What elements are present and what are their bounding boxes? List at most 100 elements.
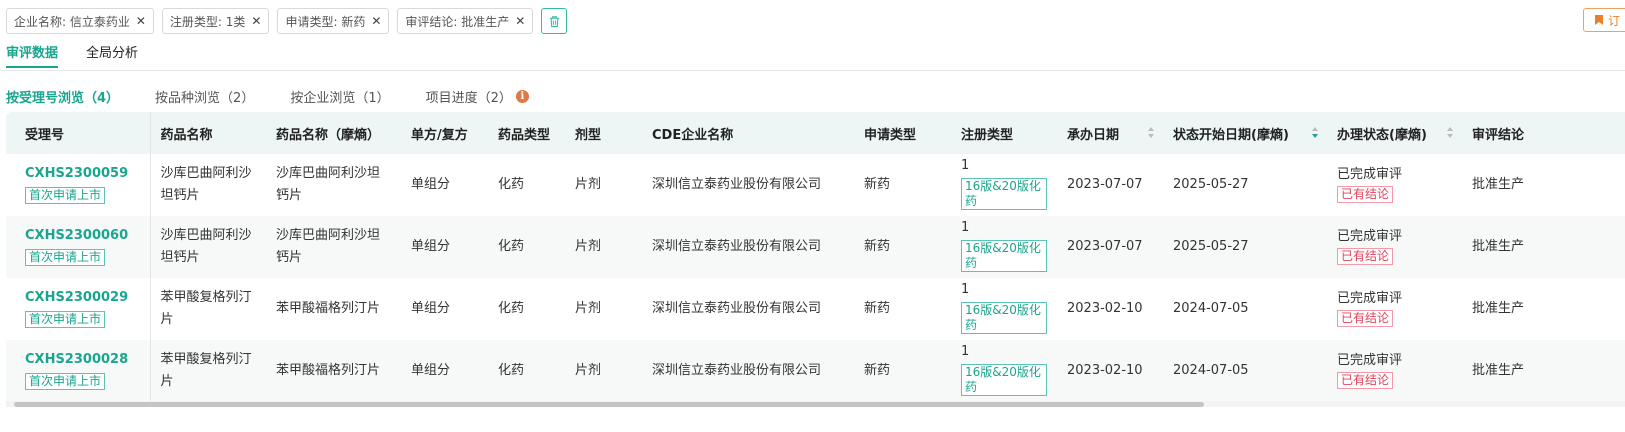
cell-apply-type: 新药 bbox=[864, 239, 891, 254]
sort-desc-icon[interactable] bbox=[1312, 127, 1319, 139]
bookmark-icon bbox=[1595, 15, 1603, 25]
cell-drug-name: 苯甲酸复格列汀片 bbox=[160, 290, 252, 327]
cell-review-conclusion: 批准生产 bbox=[1472, 363, 1525, 378]
table-row: CXHS2300028 首次申请上市 苯甲酸复格列汀片 苯甲酸福格列汀片 单组分… bbox=[6, 340, 1625, 402]
reg-tag: 16版&20版化药 bbox=[961, 302, 1047, 334]
close-icon[interactable]: ✕ bbox=[251, 14, 261, 28]
cell-drug-name: 苯甲酸复格列汀片 bbox=[160, 352, 252, 389]
cell-handling-status: 已完成审评 已有结论 bbox=[1327, 154, 1462, 216]
cell-cde-company: 深圳信立泰药业股份有限公司 bbox=[652, 363, 822, 378]
tab-project-progress-label: 项目进度（2） bbox=[425, 90, 512, 106]
cell-handling-status: 已完成审评 已有结论 bbox=[1327, 216, 1462, 278]
apply-tag: 首次申请上市 bbox=[25, 186, 106, 204]
cell-apply-type: 新药 bbox=[864, 177, 891, 192]
cell-reg-type: 1 16版&20版化药 bbox=[951, 278, 1057, 340]
cell-dosage-form: 片剂 bbox=[575, 239, 602, 254]
clear-filters-button[interactable] bbox=[541, 8, 568, 34]
cell-status-start-date: 2025-05-27 bbox=[1173, 239, 1249, 254]
col-handling-status[interactable]: 办理状态(摩熵) bbox=[1327, 112, 1462, 154]
status-tag: 已有结论 bbox=[1337, 371, 1394, 389]
cell-review-conclusion: 批准生产 bbox=[1472, 177, 1525, 192]
cell-drug-name-summary: 沙库巴曲阿利沙坦钙片 bbox=[276, 228, 381, 265]
col-apply-type: 申请类型 bbox=[864, 127, 917, 143]
close-icon[interactable]: ✕ bbox=[371, 14, 381, 28]
tab-by-accept-no[interactable]: 按受理号浏览（4） bbox=[6, 87, 119, 106]
cell-drug-name: 沙库巴曲阿利沙坦钙片 bbox=[160, 166, 252, 203]
cell-reg-type: 1 16版&20版化药 bbox=[951, 340, 1057, 402]
col-accept-no: 受理号 bbox=[6, 112, 151, 154]
apply-tag: 首次申请上市 bbox=[25, 248, 106, 266]
tab-review-data[interactable]: 审评数据 bbox=[6, 42, 59, 68]
reg-tag: 16版&20版化药 bbox=[961, 178, 1047, 210]
handling-status-value: 已完成审评 bbox=[1337, 228, 1403, 244]
accept-no-link[interactable]: CXHS2300059 bbox=[25, 164, 140, 184]
col-drug-name-summary: 药品名称（摩熵） bbox=[276, 127, 381, 143]
reg-type-value: 1 bbox=[961, 282, 970, 297]
cell-status-start-date: 2025-05-27 bbox=[1173, 177, 1249, 192]
review-table: 受理号 药品名称 药品名称（摩熵） 单方/复方 药品类型 剂型 CDE企业名称 … bbox=[6, 112, 1625, 402]
filter-chip-company[interactable]: 企业名称: 信立泰药业 ✕ bbox=[6, 8, 154, 34]
cell-single-compound: 单组分 bbox=[411, 363, 451, 378]
cell-drug-name-summary: 苯甲酸福格列汀片 bbox=[276, 301, 381, 316]
accept-no-link[interactable]: CXHS2300029 bbox=[25, 288, 140, 308]
cell-apply-type: 新药 bbox=[864, 301, 891, 316]
filter-bar: 企业名称: 信立泰药业 ✕ 注册类型: 1类 ✕ 申请类型: 新药 ✕ 审评结论… bbox=[6, 8, 568, 34]
reg-type-value: 1 bbox=[961, 158, 970, 173]
cell-cde-company: 深圳信立泰药业股份有限公司 bbox=[652, 301, 822, 316]
sort-icon[interactable] bbox=[1148, 127, 1155, 139]
close-icon[interactable]: ✕ bbox=[136, 14, 146, 28]
filter-chip-reg-type[interactable]: 注册类型: 1类 ✕ bbox=[161, 8, 270, 34]
subscribe-label: 订 bbox=[1608, 13, 1621, 28]
col-status-start-date[interactable]: 状态开始日期(摩熵) bbox=[1163, 112, 1327, 154]
status-tag: 已有结论 bbox=[1337, 309, 1394, 327]
info-icon[interactable]: i bbox=[515, 89, 529, 103]
cell-undertake-date: 2023-07-07 bbox=[1067, 239, 1143, 254]
cell-accept-no: CXHS2300029 首次申请上市 bbox=[6, 278, 151, 340]
cell-status-start-date: 2024-07-05 bbox=[1173, 301, 1249, 316]
status-tag: 已有结论 bbox=[1337, 247, 1394, 265]
main-tabs: 审评数据 全局分析 bbox=[0, 36, 1625, 71]
cell-drug-name-summary: 苯甲酸福格列汀片 bbox=[276, 363, 381, 378]
sort-icon[interactable] bbox=[1447, 127, 1454, 139]
handling-status-value: 已完成审评 bbox=[1337, 166, 1403, 182]
table-row: CXHS2300029 首次申请上市 苯甲酸复格列汀片 苯甲酸福格列汀片 单组分… bbox=[6, 278, 1625, 340]
handling-status-value: 已完成审评 bbox=[1337, 290, 1403, 306]
cell-dosage-form: 片剂 bbox=[575, 177, 602, 192]
cell-review-conclusion: 批准生产 bbox=[1472, 301, 1525, 316]
reg-tag: 16版&20版化药 bbox=[961, 364, 1047, 396]
scrollbar-thumb[interactable] bbox=[14, 402, 1204, 407]
cell-handling-status: 已完成审评 已有结论 bbox=[1327, 340, 1462, 402]
close-icon[interactable]: ✕ bbox=[515, 14, 525, 28]
tab-project-progress[interactable]: 项目进度（2） i bbox=[426, 87, 529, 106]
cell-undertake-date: 2023-02-10 bbox=[1067, 301, 1143, 316]
cell-reg-type: 1 16版&20版化药 bbox=[951, 154, 1057, 216]
col-reg-type: 注册类型 bbox=[961, 127, 1014, 143]
cell-drug-type: 化药 bbox=[498, 239, 525, 254]
subscribe-button[interactable]: 订 bbox=[1583, 8, 1625, 32]
tab-global-analysis[interactable]: 全局分析 bbox=[86, 42, 138, 61]
cell-drug-type: 化药 bbox=[498, 363, 525, 378]
col-drug-type: 药品类型 bbox=[498, 127, 551, 143]
accept-no-link[interactable]: CXHS2300060 bbox=[25, 226, 140, 246]
status-tag: 已有结论 bbox=[1337, 185, 1394, 203]
tab-by-company[interactable]: 按企业浏览（1） bbox=[290, 87, 389, 106]
cell-drug-type: 化药 bbox=[498, 301, 525, 316]
tab-by-variety[interactable]: 按品种浏览（2） bbox=[155, 87, 254, 106]
cell-single-compound: 单组分 bbox=[411, 301, 451, 316]
reg-type-value: 1 bbox=[961, 220, 970, 235]
cell-drug-name: 沙库巴曲阿利沙坦钙片 bbox=[160, 228, 252, 265]
col-undertake-date[interactable]: 承办日期 bbox=[1057, 112, 1163, 154]
table-row: CXHS2300059 首次申请上市 沙库巴曲阿利沙坦钙片 沙库巴曲阿利沙坦钙片… bbox=[6, 154, 1625, 216]
accept-no-link[interactable]: CXHS2300028 bbox=[25, 350, 140, 370]
handling-status-value: 已完成审评 bbox=[1337, 352, 1403, 368]
cell-dosage-form: 片剂 bbox=[575, 301, 602, 316]
cell-accept-no: CXHS2300028 首次申请上市 bbox=[6, 340, 151, 402]
trash-icon bbox=[549, 15, 559, 27]
filter-chip-conclusion[interactable]: 审评结论: 批准生产 ✕ bbox=[397, 8, 534, 34]
filter-chip-apply-type[interactable]: 申请类型: 新药 ✕ bbox=[277, 8, 390, 34]
cell-single-compound: 单组分 bbox=[411, 177, 451, 192]
reg-tag: 16版&20版化药 bbox=[961, 240, 1047, 272]
browse-mode-tabs: 按受理号浏览（4） 按品种浏览（2） 按企业浏览（1） 项目进度（2） i bbox=[6, 86, 565, 106]
cell-accept-no: CXHS2300059 首次申请上市 bbox=[6, 154, 151, 216]
apply-tag: 首次申请上市 bbox=[25, 372, 106, 390]
